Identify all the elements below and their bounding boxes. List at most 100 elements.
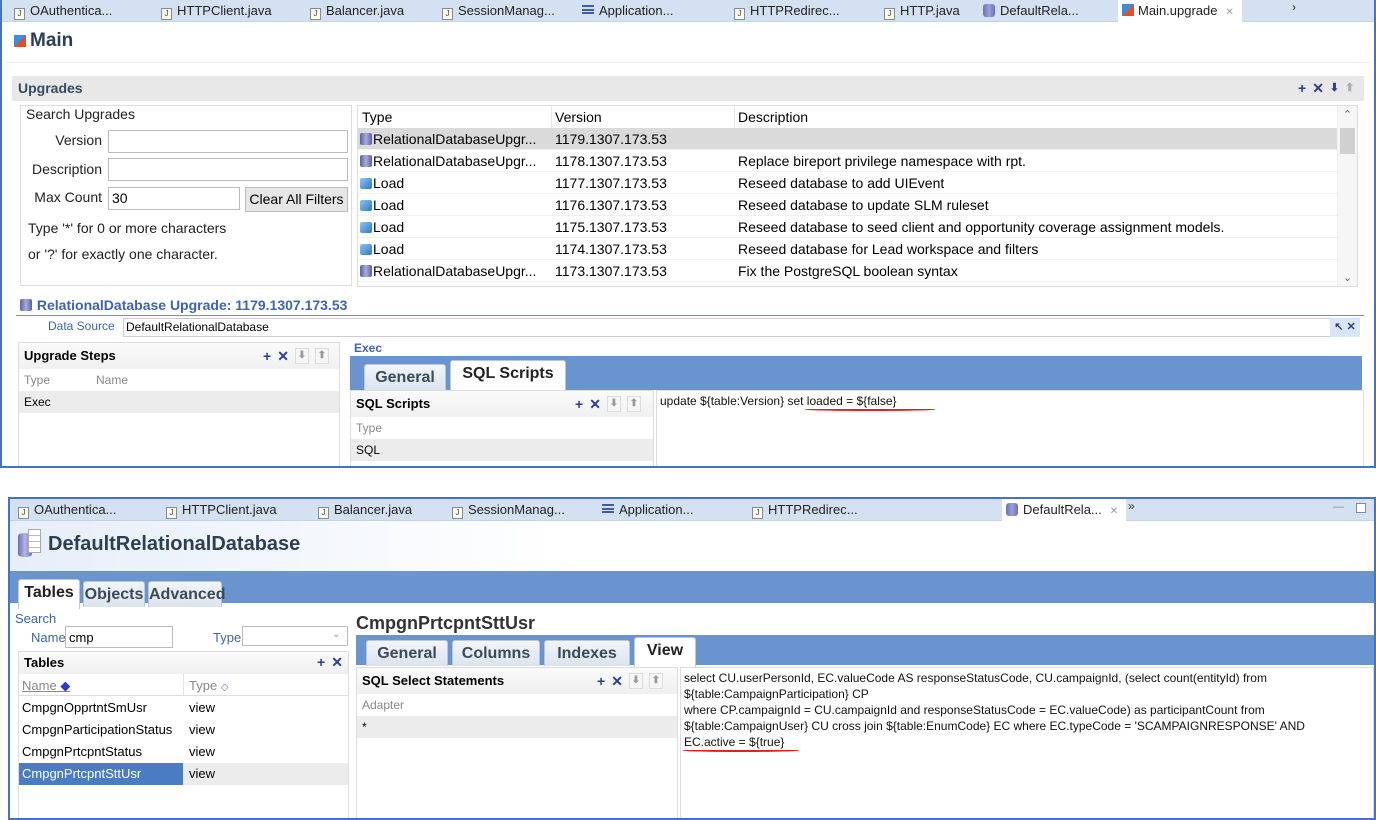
tab-general[interactable]: General — [364, 364, 446, 390]
maximize-icon[interactable] — [1356, 503, 1366, 513]
tab-overflow-button[interactable]: › — [1292, 0, 1296, 14]
list-item[interactable]: SQL — [351, 439, 653, 461]
cell-version: 1179.1307.173.53 — [555, 131, 667, 147]
column-header-type[interactable]: Type — [24, 373, 50, 387]
table-row[interactable]: Load 1175.1307.173.53 Reseed database to s… — [358, 216, 1337, 238]
table-row[interactable]: Load 1176.1307.173.53 Reseed database to u… — [358, 194, 1337, 216]
editor-tab[interactable]: J OAuthentica... — [14, 499, 116, 521]
table-row[interactable]: RelationalDatabaseUpgr... 1178.1307.173.5… — [358, 150, 1337, 172]
editor-tab[interactable]: J OAuthentica... — [10, 0, 112, 22]
java-file-icon: J — [161, 8, 172, 20]
sql-text: select CU.userPersonId, EC.valueCode AS … — [684, 671, 1305, 749]
cell-version: 1178.1307.173.53 — [555, 153, 667, 169]
table-row[interactable]: CmpgnPrtcpntStatus view — [19, 741, 348, 763]
move-up-icon[interactable]: ⬆ — [626, 396, 641, 412]
table-row[interactable]: CmpgnParticipationStatus view — [19, 719, 348, 741]
add-icon[interactable]: + — [575, 397, 583, 411]
close-icon[interactable]: ✕ — [1110, 506, 1118, 517]
editor-tab[interactable]: J HTTP.java — [880, 0, 960, 22]
column-header-version[interactable]: Version — [555, 106, 602, 128]
add-icon[interactable]: + — [317, 655, 325, 669]
select-arrow-icon[interactable]: ↖ — [1334, 321, 1343, 333]
column-header-type[interactable]: Type — [356, 421, 382, 435]
editor-title: Main — [14, 30, 73, 52]
chevron-down-icon[interactable]: ⌄ — [332, 629, 340, 640]
tab-sql-scripts[interactable]: SQL Scripts — [450, 360, 566, 390]
list-item[interactable]: * — [357, 716, 677, 738]
editor-tab[interactable]: J HTTPRedirec... — [748, 499, 858, 521]
close-icon[interactable]: ✕ — [1226, 7, 1234, 18]
tab-general[interactable]: General — [366, 640, 448, 666]
column-header-name[interactable]: Name — [96, 373, 128, 387]
editor-tab[interactable]: J HTTPClient.java — [157, 0, 272, 22]
data-source-input[interactable]: DefaultRelationalDatabase — [123, 318, 1358, 337]
red-underline-annotation — [805, 408, 935, 411]
table-row[interactable]: CmpgnOpprtntSmUsr view — [19, 697, 348, 719]
list-item[interactable]: Exec — [19, 391, 339, 413]
clear-all-filters-button[interactable]: Clear All Filters — [245, 187, 348, 212]
scrollbar-thumb[interactable] — [1340, 128, 1355, 154]
move-down-icon[interactable]: ⬇ — [1330, 81, 1339, 95]
editor-tab[interactable]: Application... — [578, 0, 673, 22]
column-header-adapter[interactable]: Adapter — [362, 698, 404, 712]
add-icon[interactable]: + — [263, 349, 271, 363]
editor-tab-active[interactable]: Main.upgrade ✕ — [1118, 0, 1242, 22]
tab-objects[interactable]: Objects — [83, 581, 145, 607]
clear-icon[interactable]: ✕ — [1347, 321, 1356, 333]
minimize-icon[interactable]: — — [1333, 501, 1344, 513]
description-input[interactable] — [108, 158, 348, 181]
delete-icon[interactable]: ✕ — [277, 349, 289, 363]
delete-icon[interactable]: ✕ — [331, 655, 343, 669]
editor-tab[interactable]: J SessionManag... — [448, 499, 565, 521]
column-header-type[interactable]: Type ◇ — [189, 678, 229, 693]
upgrade-detail-title: RelationalDatabase Upgrade: 1179.1307.17… — [20, 297, 347, 313]
cell-description: Reseed database to add UIEvent — [738, 175, 945, 191]
editor-tab[interactable]: Application... — [598, 499, 693, 521]
column-header-name[interactable]: Name ◆ — [22, 678, 70, 694]
name-filter-input[interactable]: cmp — [65, 626, 173, 648]
editor-tab[interactable]: J HTTPRedirec... — [730, 0, 840, 22]
vertical-scrollbar[interactable]: ⌃ ⌄ — [1337, 106, 1357, 286]
tab-indexes[interactable]: Indexes — [544, 640, 630, 666]
move-up-icon[interactable]: ⬆ — [648, 673, 663, 689]
column-header-description[interactable]: Description — [738, 106, 808, 128]
delete-icon[interactable]: ✕ — [611, 674, 623, 688]
table-row[interactable]: Load 1174.1307.173.53 Reseed database for … — [358, 238, 1337, 260]
editor-tab[interactable]: DefaultRela... — [979, 0, 1079, 22]
move-down-icon[interactable]: ⬇ — [294, 348, 309, 364]
move-down-icon[interactable]: ⬇ — [628, 673, 643, 689]
editor-tab-active[interactable]: DefaultRela... ✕ — [1002, 499, 1127, 521]
tab-overflow-button[interactable]: » — [1128, 499, 1135, 513]
menu-file-icon — [602, 504, 614, 513]
table-row[interactable]: Load 1177.1307.173.53 Reseed database to a… — [358, 172, 1337, 194]
move-up-icon[interactable]: ⬆ — [1345, 81, 1354, 95]
sql-view-editor[interactable]: select CU.userPersonId, EC.valueCode AS … — [680, 667, 1374, 818]
tab-advanced[interactable]: Advanced — [148, 581, 225, 607]
move-down-icon[interactable]: ⬇ — [606, 396, 621, 412]
tab-tables[interactable]: Tables — [18, 579, 80, 609]
column-header-type[interactable]: Type — [362, 106, 392, 128]
add-icon[interactable]: + — [597, 674, 605, 688]
cell-description: Reseed database for Lead workspace and f… — [738, 241, 1039, 257]
scroll-up-icon[interactable]: ⌃ — [1338, 108, 1357, 121]
table-row[interactable]: RelationalDatabaseUpgr... 1179.1307.173.5… — [358, 128, 1337, 150]
max-count-input[interactable]: 30 — [108, 187, 240, 210]
editor-tab[interactable]: J Balancer.java — [314, 499, 412, 521]
delete-icon[interactable]: ✕ — [1312, 81, 1324, 95]
scroll-down-icon[interactable]: ⌄ — [1338, 271, 1357, 284]
add-icon[interactable]: + — [1298, 81, 1306, 95]
database-upgrade-icon — [360, 133, 372, 145]
delete-icon[interactable]: ✕ — [589, 397, 601, 411]
tab-view[interactable]: View — [634, 637, 696, 667]
scripts-toolbar: + ✕ ⬇ ⬆ — [575, 396, 641, 412]
table-row[interactable]: RelationalDatabaseUpgr... 1173.1307.173.5… — [358, 260, 1337, 282]
editor-tab[interactable]: J Balancer.java — [306, 0, 404, 22]
version-input[interactable] — [108, 130, 348, 153]
table-row[interactable]: CmpgnPrtcpntSttUsr view — [19, 763, 348, 785]
move-up-icon[interactable]: ⬆ — [314, 348, 329, 364]
cell-name: CmpgnPrtcpntSttUsr — [19, 763, 183, 785]
sql-editor[interactable]: update ${table:Version} set loaded = ${f… — [656, 390, 1364, 466]
tab-columns[interactable]: Columns — [452, 640, 540, 666]
editor-tab[interactable]: J HTTPClient.java — [162, 499, 277, 521]
editor-tab[interactable]: J SessionManag... — [438, 0, 555, 22]
